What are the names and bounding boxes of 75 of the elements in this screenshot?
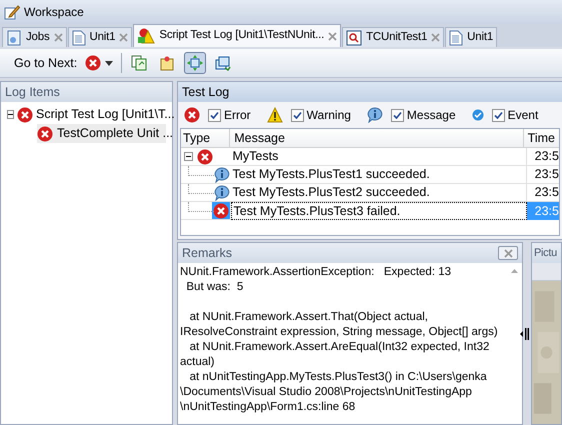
error-icon xyxy=(184,107,200,123)
tab-label: Unit1 xyxy=(467,30,494,45)
remarks-line: IResolveConstraint expression, String message, Object[] args) xyxy=(180,325,499,340)
error-icon xyxy=(212,202,229,218)
tab-label: Jobs xyxy=(26,30,50,45)
toolbar-label: Go to Next: xyxy=(14,54,78,72)
log-warning-icon xyxy=(137,28,156,44)
column-header: Type xyxy=(181,129,230,147)
remarks-line: at nUnitTestingApp.MyTests.PlusTest3() in C:\Users\genka xyxy=(188,370,488,385)
panel-title: Log Items xyxy=(5,84,60,101)
filter-label: Warning xyxy=(306,107,351,124)
checkbox[interactable] xyxy=(290,108,304,122)
error-icon xyxy=(85,55,102,71)
tab[interactable]: Script Test Log [Unit1\TestNUnit... xyxy=(133,24,342,47)
windows-icon xyxy=(215,55,232,71)
remarks-line: NUnit.Framework.AssertionException: Expected: 13 xyxy=(180,265,452,280)
checkbox[interactable] xyxy=(208,108,221,122)
document-icon xyxy=(449,30,464,46)
copy-icon xyxy=(131,55,148,71)
info-icon xyxy=(366,107,383,123)
tab-label: Script Test Log [Unit1\TestNUnit... xyxy=(159,28,324,44)
next-error-button[interactable] xyxy=(83,55,116,71)
table-cell: Test MyTests.PlusTest2 succeeded. xyxy=(230,184,527,202)
table-cell: 23:5 xyxy=(526,166,559,184)
column-header: Time xyxy=(526,130,556,147)
dropdown-arrow-icon xyxy=(105,60,114,66)
table-cell: 23:5 xyxy=(526,148,559,166)
toolbar-button[interactable] xyxy=(184,52,206,74)
filter-label: Message xyxy=(406,107,456,124)
checkbox[interactable] xyxy=(390,108,404,122)
tab-label: TCUnitTest1 xyxy=(366,30,428,45)
clipboard-icon xyxy=(159,55,176,71)
table-cell: Test MyTests.PlusTest1 succeeded. xyxy=(230,166,527,184)
column-header: Message xyxy=(230,129,524,147)
panel-title: Pictu xyxy=(534,246,557,261)
tree-item-label: TestComplete Unit ... xyxy=(57,125,174,142)
magnifier-icon xyxy=(346,30,362,46)
remarks-line: actual) xyxy=(180,355,216,370)
tree-item-label: Script Test Log [Unit1\T... xyxy=(36,106,175,124)
collapse-toggle[interactable] xyxy=(7,110,14,119)
remarks-line: at NUnit.Framework.Assert.That(Object actual, xyxy=(188,310,429,325)
table-cell: 23:5 xyxy=(526,202,559,220)
close-button[interactable] xyxy=(498,246,518,260)
error-icon xyxy=(17,106,33,122)
info-icon xyxy=(214,184,230,200)
close-icon[interactable] xyxy=(504,248,512,258)
filter-label: Event xyxy=(508,107,538,124)
expand-arrows-icon xyxy=(187,55,204,71)
remarks-line: at NUnit.Framework.Assert.AreEqual(Int32 expected, Int32 xyxy=(188,340,490,355)
remarks-line: But was: 5 xyxy=(185,280,244,295)
document-icon xyxy=(6,30,22,46)
remarks-line: \nUnitTestingApp\Form1.cs:line 68 xyxy=(180,400,356,415)
error-icon xyxy=(196,148,213,164)
tab[interactable]: Unit1 xyxy=(68,27,132,47)
error-icon xyxy=(37,126,53,142)
remarks-line: \Documents\Visual Studio 2008\Projects\nUnitTestingApp xyxy=(180,385,473,400)
table-cell: Test MyTests.PlusTest3 failed. xyxy=(230,202,527,220)
table-cell: MyTests xyxy=(230,148,527,166)
panel-title: Remarks xyxy=(182,244,232,262)
collapse-toggle[interactable] xyxy=(184,152,193,161)
close-icon[interactable] xyxy=(328,32,338,40)
panel-title: Test Log xyxy=(182,84,230,101)
check-icon xyxy=(472,109,484,121)
filter-label: Error xyxy=(224,107,251,124)
tab[interactable]: TCUnitTest1 xyxy=(342,27,444,47)
document-icon xyxy=(72,30,86,46)
window-title: Workspace xyxy=(24,4,84,21)
tab[interactable]: Jobs xyxy=(2,27,66,47)
warning-icon xyxy=(266,107,283,123)
tab[interactable]: Unit1 xyxy=(445,27,498,47)
pencil-icon xyxy=(4,4,20,20)
panel-toolbar xyxy=(532,263,561,281)
info-icon xyxy=(214,166,230,182)
checkbox[interactable] xyxy=(492,108,505,122)
tab-label: Unit1 xyxy=(90,30,116,45)
